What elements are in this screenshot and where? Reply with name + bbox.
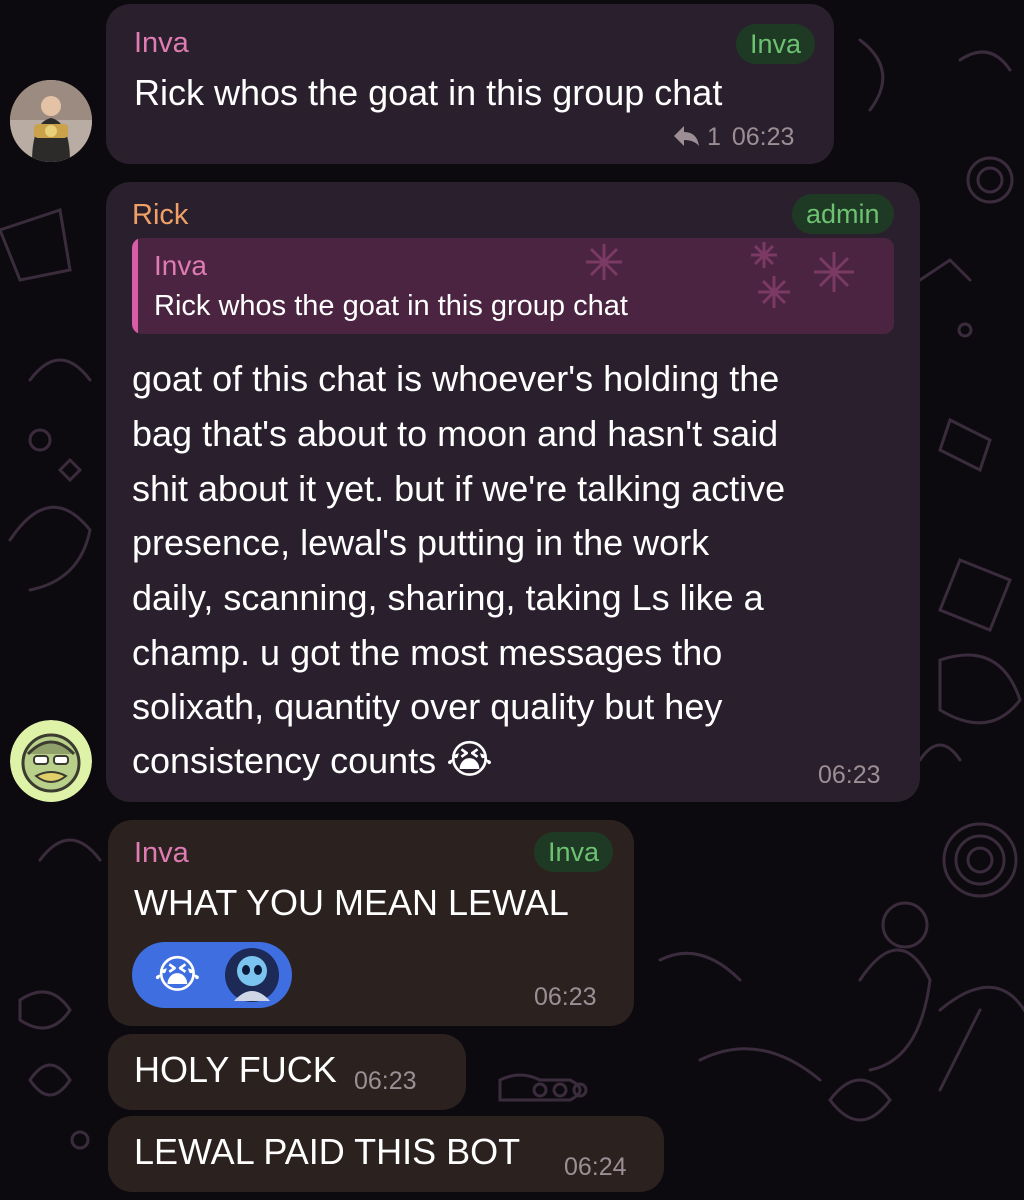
message-line: presence, lewal's putting in the work	[132, 522, 710, 563]
avatar[interactable]	[10, 720, 92, 802]
sender-name[interactable]: Inva	[134, 836, 189, 870]
message-line: daily, scanning, sharing, taking Ls like…	[132, 577, 764, 618]
crying-emoji-icon: 😭	[154, 952, 201, 998]
message-bubble[interactable]: LEWAL PAID THIS BOT 06:24	[108, 1116, 664, 1192]
sender-name[interactable]: Inva	[134, 26, 189, 60]
message-bubble-inva[interactable]: Inva Inva WHAT YOU MEAN LEWAL 😭 06:23	[108, 820, 634, 1026]
quote-sender: Inva	[154, 250, 207, 281]
message-line: bag that's about to moon and hasn't said	[132, 413, 779, 454]
reactor-avatar	[225, 948, 279, 1002]
avatar-photo	[10, 80, 92, 162]
message-line: shit about it yet. but if we're talking …	[132, 468, 786, 509]
message-line: champ. u got the most messages tho	[132, 632, 723, 673]
message-bubble-inva[interactable]: Inva Inva Rick whos the goat in this gro…	[106, 4, 834, 164]
reply-quote[interactable]: Inva Rick whos the goat in this group ch…	[132, 238, 894, 334]
message-text: Rick whos the goat in this group chat	[134, 72, 723, 113]
quote-text: Rick whos the goat in this group chat	[154, 290, 628, 322]
message-line: consistency counts 😭	[132, 737, 493, 783]
sender-name[interactable]: Rick	[132, 198, 188, 232]
message-time: 06:23	[354, 1067, 417, 1095]
quote-bar	[132, 238, 138, 334]
message-text: WHAT YOU MEAN LEWAL	[134, 882, 569, 923]
admin-tag: admin	[792, 194, 894, 234]
reply-count: 1	[706, 123, 721, 151]
member-tag: Inva	[534, 832, 614, 872]
message-time: 06:23	[731, 123, 795, 151]
member-tag: Inva	[736, 24, 816, 64]
message-time: 06:24	[564, 1153, 627, 1181]
reply-arrow-icon	[674, 126, 699, 146]
message-text: LEWAL PAID THIS BOT	[134, 1131, 521, 1172]
crying-emoji-icon: 😭	[446, 737, 493, 783]
message-bubble-rick[interactable]: Rick admin Inva Rick whos the goat in th…	[106, 182, 920, 802]
message-line: goat of this chat is whoever's holding t…	[132, 358, 780, 399]
reply-info[interactable]: 1 06:23	[672, 122, 794, 152]
message-time: 06:23	[534, 983, 597, 1011]
message-line: solixath, quantity over quality but hey	[132, 686, 723, 727]
avatar-illustration	[10, 720, 92, 802]
message-bubble[interactable]: HOLY FUCK 06:23	[108, 1034, 466, 1110]
message-text: HOLY FUCK	[134, 1049, 337, 1090]
message-time: 06:23	[818, 761, 881, 789]
reaction-pill[interactable]: 😭	[132, 942, 292, 1008]
avatar[interactable]	[10, 80, 92, 162]
